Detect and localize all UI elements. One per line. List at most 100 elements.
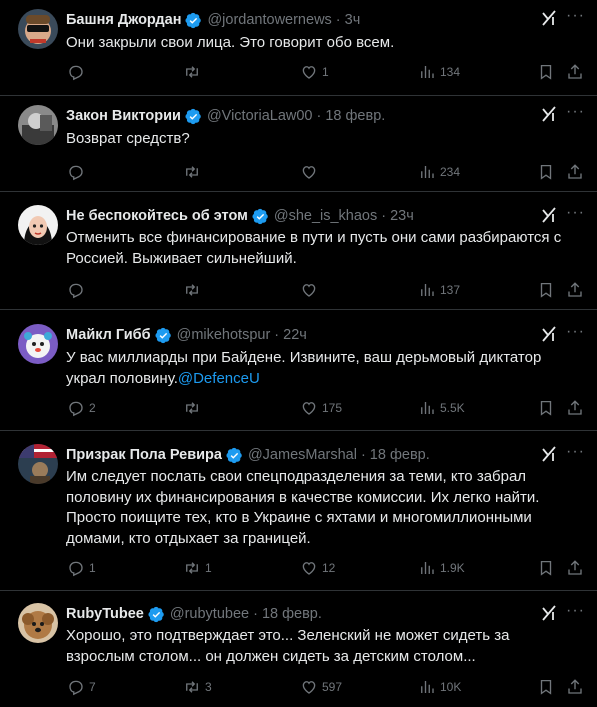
share-button[interactable] bbox=[566, 678, 584, 696]
tweet-text: Они закрыли свои лица. Это говорит обо в… bbox=[66, 34, 395, 51]
tweet-time[interactable]: 3ч bbox=[345, 12, 361, 28]
user-handle[interactable]: @jordantowernews bbox=[207, 12, 331, 28]
grok-icon[interactable] bbox=[540, 325, 558, 343]
verified-badge-icon bbox=[148, 606, 164, 622]
reply-button[interactable]: 1 bbox=[67, 559, 96, 577]
display-name[interactable]: Призрак Пола Ревира bbox=[66, 447, 222, 463]
tweet-time[interactable]: 18 февр. bbox=[325, 108, 385, 124]
share-button[interactable] bbox=[566, 63, 584, 81]
bookmark-icon bbox=[540, 282, 552, 298]
avatar[interactable] bbox=[18, 324, 58, 364]
avatar[interactable] bbox=[18, 105, 58, 145]
verified-badge-icon bbox=[185, 108, 201, 124]
more-options-icon[interactable]: ··· bbox=[566, 602, 585, 620]
retweet-button[interactable] bbox=[183, 163, 205, 181]
share-icon bbox=[568, 679, 582, 694]
display-name[interactable]: Закон Виктории bbox=[66, 108, 181, 124]
avatar[interactable] bbox=[18, 444, 58, 484]
reply-button[interactable] bbox=[67, 163, 89, 181]
like-count: 597 bbox=[322, 680, 343, 694]
retweet-button[interactable] bbox=[183, 281, 205, 299]
views-button[interactable]: 134 bbox=[418, 63, 460, 81]
share-button[interactable] bbox=[566, 163, 584, 181]
tweet-2[interactable]: Не беспокойтесь об этом @she_is_khaos · … bbox=[0, 192, 597, 310]
like-button[interactable] bbox=[300, 163, 322, 181]
reply-button[interactable] bbox=[67, 63, 89, 81]
more-options-icon[interactable]: ··· bbox=[566, 323, 585, 341]
bookmark-icon bbox=[540, 164, 552, 180]
bookmark-icon bbox=[540, 679, 552, 695]
display-name[interactable]: Башня Джордан bbox=[66, 12, 181, 28]
share-button[interactable] bbox=[566, 399, 584, 417]
views-button[interactable]: 137 bbox=[418, 281, 460, 299]
retweet-icon bbox=[186, 402, 198, 414]
retweet-button[interactable] bbox=[183, 399, 205, 417]
user-handle[interactable]: @mikehotspur bbox=[177, 327, 271, 343]
avatar[interactable] bbox=[18, 9, 58, 49]
grok-icon[interactable] bbox=[540, 9, 558, 27]
tweet-text: Им следует послать свои спецподразделени… bbox=[66, 468, 540, 547]
user-handle[interactable]: @rubytubee bbox=[170, 606, 249, 622]
like-button[interactable]: 12 bbox=[300, 559, 335, 577]
views-button[interactable]: 10K bbox=[418, 678, 461, 696]
tweet-text: Хорошо, это подтверждает это... Зеленски… bbox=[66, 627, 510, 665]
views-button[interactable]: 5.5K bbox=[418, 399, 465, 417]
display-name[interactable]: RubyTubee bbox=[66, 606, 144, 622]
tweet-1[interactable]: Закон Виктории @VictoriaLaw00 · 18 февр.… bbox=[0, 96, 597, 192]
bookmark-button[interactable] bbox=[537, 281, 555, 299]
tweet-time[interactable]: 23ч bbox=[390, 208, 414, 224]
reply-button[interactable]: 2 bbox=[67, 399, 96, 417]
tweet-4[interactable]: Призрак Пола Ревира @JamesMarshal · 18 ф… bbox=[0, 431, 597, 591]
user-handle[interactable]: @VictoriaLaw00 bbox=[207, 108, 313, 124]
retweet-button[interactable]: 1 bbox=[183, 559, 212, 577]
bookmark-button[interactable] bbox=[537, 163, 555, 181]
tweet-actions: 1 134 bbox=[0, 63, 597, 83]
reply-button[interactable] bbox=[67, 281, 89, 299]
more-options-icon[interactable]: ··· bbox=[566, 103, 585, 121]
bookmark-button[interactable] bbox=[537, 63, 555, 81]
more-options-icon[interactable]: ··· bbox=[566, 204, 585, 222]
share-icon bbox=[568, 400, 582, 415]
bookmark-button[interactable] bbox=[537, 678, 555, 696]
like-button[interactable]: 175 bbox=[300, 399, 342, 417]
views-button[interactable]: 1.9K bbox=[418, 559, 465, 577]
views-icon bbox=[421, 562, 434, 574]
tweet-header: Не беспокойтесь об этом @she_is_khaos · … bbox=[66, 206, 414, 226]
more-options-icon[interactable]: ··· bbox=[566, 443, 585, 461]
tweet-time[interactable]: 18 февр. bbox=[262, 606, 322, 622]
grok-icon[interactable] bbox=[540, 206, 558, 224]
share-button[interactable] bbox=[566, 281, 584, 299]
like-button[interactable]: 597 bbox=[300, 678, 342, 696]
retweet-button[interactable] bbox=[183, 63, 205, 81]
grok-icon[interactable] bbox=[540, 604, 558, 622]
bookmark-icon bbox=[540, 400, 552, 416]
bookmark-button[interactable] bbox=[537, 399, 555, 417]
avatar[interactable] bbox=[18, 205, 58, 245]
tweet-actions: 1 1 12 1.9K bbox=[0, 559, 597, 579]
grok-icon[interactable] bbox=[540, 445, 558, 463]
display-name[interactable]: Не беспокойтесь об этом bbox=[66, 208, 248, 224]
like-button[interactable] bbox=[300, 281, 322, 299]
like-button[interactable]: 1 bbox=[300, 63, 329, 81]
tweet-0[interactable]: Башня Джордан @jordantowernews · 3ч ··· … bbox=[0, 0, 597, 96]
share-button[interactable] bbox=[566, 559, 584, 577]
avatar[interactable] bbox=[18, 603, 58, 643]
more-options-icon[interactable]: ··· bbox=[566, 7, 585, 25]
tweet-5[interactable]: RubyTubee @rubytubee · 18 февр. ··· Хоро… bbox=[0, 591, 597, 707]
bookmark-button[interactable] bbox=[537, 559, 555, 577]
display-name[interactable]: Майкл Гибб bbox=[66, 327, 151, 343]
tweet-time[interactable]: 22ч bbox=[283, 327, 307, 343]
tweet-time[interactable]: 18 февр. bbox=[370, 447, 430, 463]
reply-button[interactable]: 7 bbox=[67, 678, 96, 696]
views-button[interactable]: 234 bbox=[418, 163, 460, 181]
tweet-header: Призрак Пола Ревира @JamesMarshal · 18 ф… bbox=[66, 445, 430, 465]
grok-icon[interactable] bbox=[540, 105, 558, 123]
mention-link[interactable]: @DefenceU bbox=[178, 370, 260, 387]
retweet-icon bbox=[186, 66, 198, 78]
retweet-icon bbox=[186, 166, 198, 178]
tweet-3[interactable]: Майкл Гибб @mikehotspur · 22ч ··· У вас … bbox=[0, 310, 597, 431]
retweet-icon bbox=[186, 284, 198, 296]
user-handle[interactable]: @JamesMarshal bbox=[248, 447, 357, 463]
retweet-button[interactable]: 3 bbox=[183, 678, 212, 696]
user-handle[interactable]: @she_is_khaos bbox=[274, 208, 377, 224]
